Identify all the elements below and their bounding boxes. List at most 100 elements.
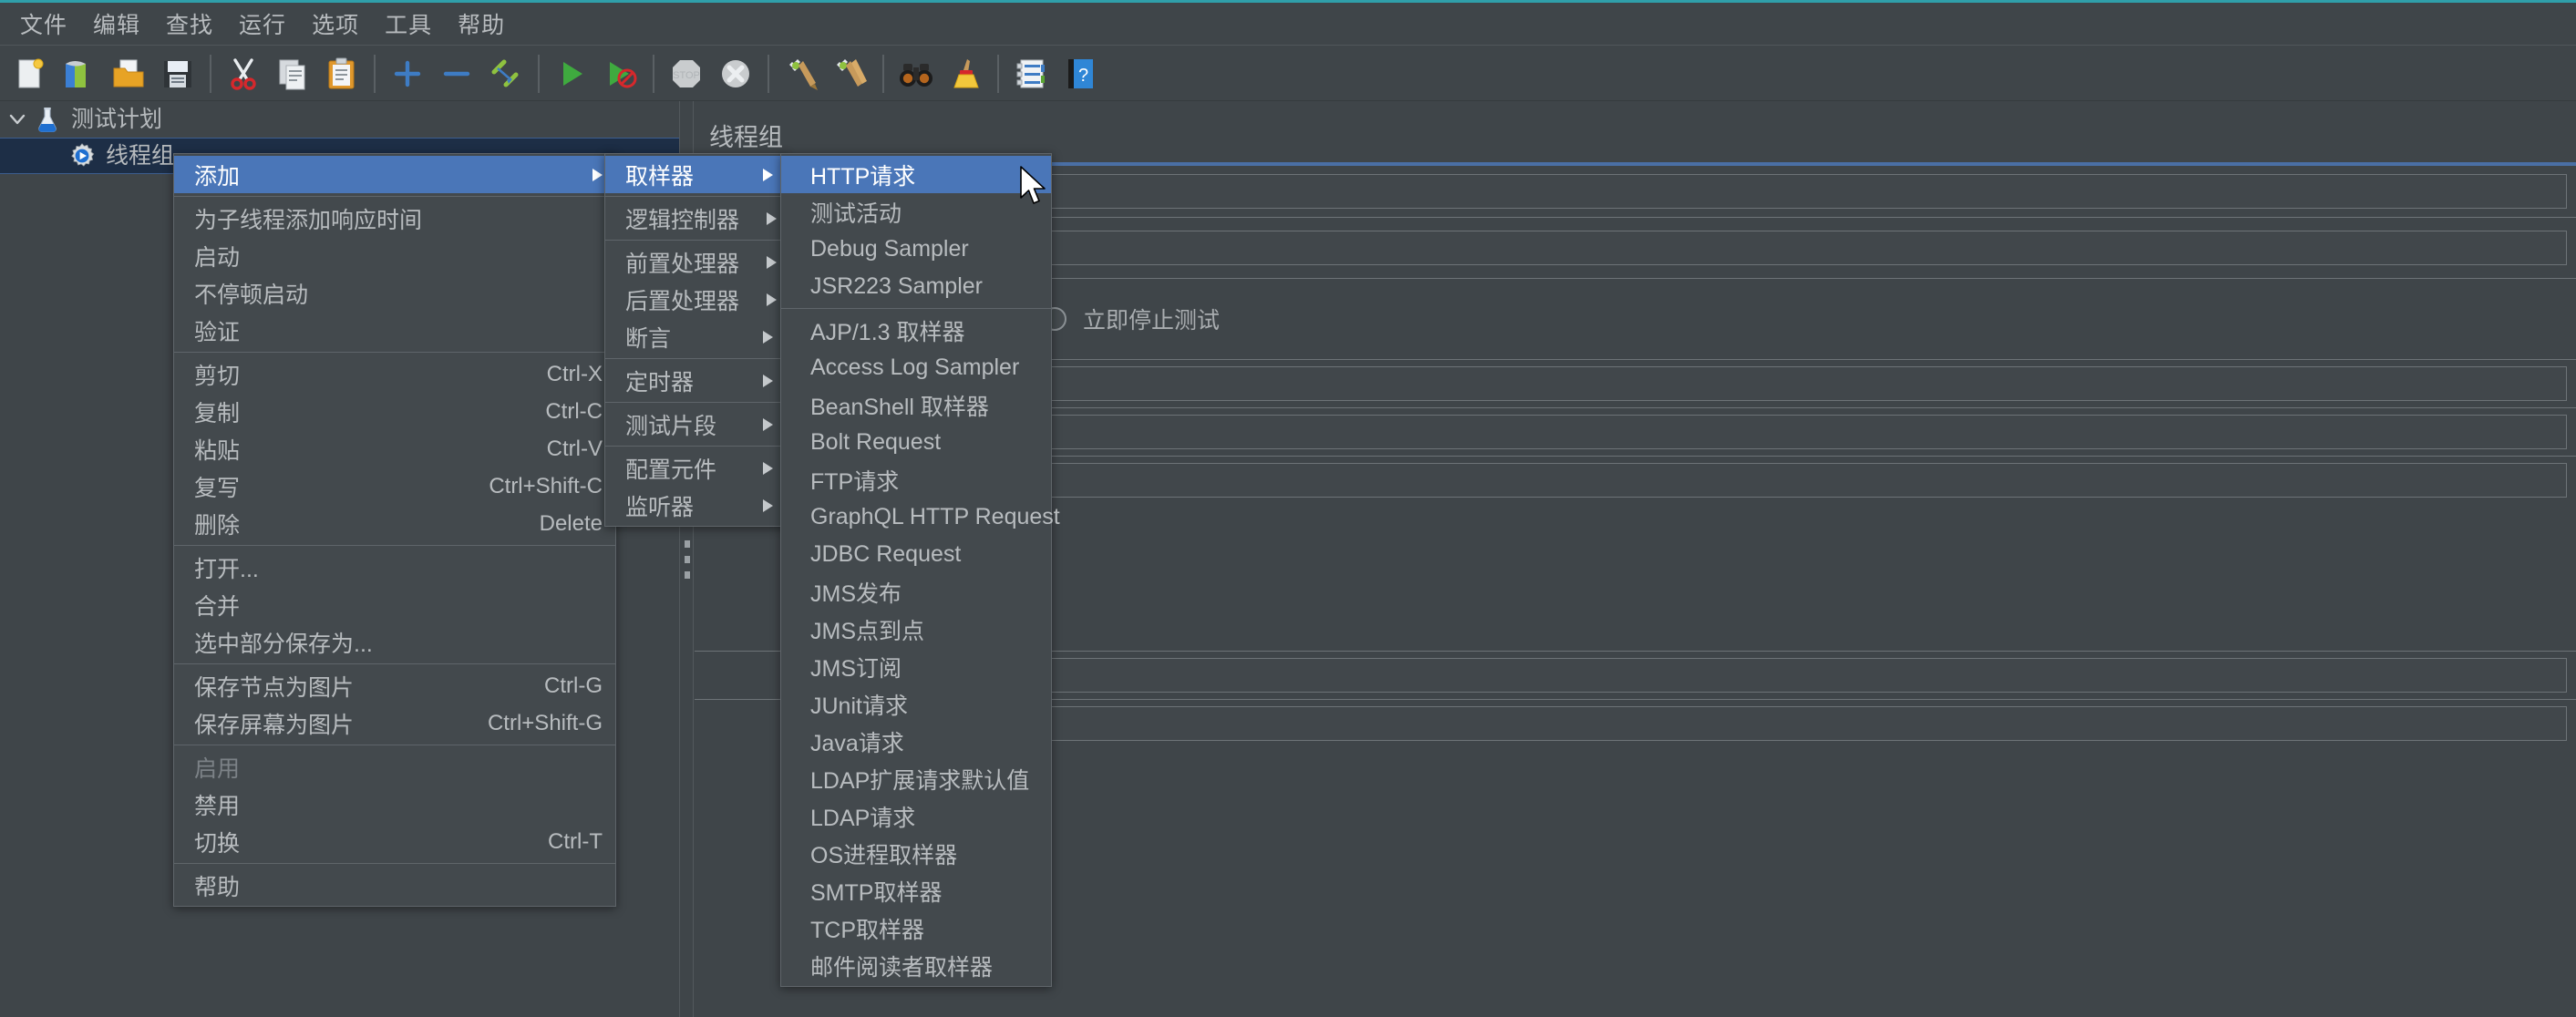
help-button[interactable]: ? — [1056, 49, 1105, 98]
context-menu-item-22[interactable]: 切换 Ctrl-T — [174, 823, 615, 860]
new-button[interactable] — [5, 49, 55, 98]
menu-item-accelerator: Ctrl-C — [545, 398, 603, 424]
sampler-menu-item-3[interactable]: JSR223 Sampler — [781, 268, 1051, 305]
startup-delay-input[interactable] — [946, 706, 2567, 741]
sampler-menu-item-13[interactable]: JMS点到点 — [781, 611, 1051, 648]
context-menu-item-2[interactable]: 为子线程添加响应时间 — [174, 200, 615, 237]
sampler-menu-item-17[interactable]: LDAP扩展请求默认值 — [781, 760, 1051, 797]
thread-count-input[interactable] — [946, 366, 2567, 401]
sampler-menu-item-12[interactable]: JMS发布 — [781, 573, 1051, 611]
sampler-menu-item-14[interactable]: JMS订阅 — [781, 648, 1051, 685]
splitter-grip[interactable] — [685, 539, 690, 579]
context-menu-item-5[interactable]: 验证 — [174, 312, 615, 349]
menubar-item-1[interactable]: 编辑 — [80, 4, 153, 44]
menu-item-label: JMS订阅 — [810, 655, 902, 682]
shutdown-button[interactable] — [711, 49, 760, 98]
search-button[interactable] — [891, 49, 941, 98]
menubar-item-6[interactable]: 帮助 — [445, 4, 518, 44]
add-menu-item-8[interactable]: 定时器 — [605, 362, 786, 399]
cut-button[interactable] — [219, 49, 268, 98]
sampler-menu-item-5[interactable]: AJP/1.3 取样器 — [781, 312, 1051, 349]
context-menu-item-8[interactable]: 复制 Ctrl-C — [174, 393, 615, 430]
start-no-pauses-button[interactable] — [596, 49, 645, 98]
sampler-menu-item-18[interactable]: LDAP请求 — [781, 797, 1051, 835]
save-button[interactable] — [153, 49, 202, 98]
templates-button[interactable] — [55, 49, 104, 98]
menu-item-label: Access Log Sampler — [810, 354, 1020, 380]
context-menu-item-13[interactable]: 打开... — [174, 549, 615, 586]
menubar-item-2[interactable]: 查找 — [153, 4, 226, 44]
add-menu-item-2[interactable]: 逻辑控制器 — [605, 200, 786, 237]
add-menu-item-10[interactable]: 测试片段 — [605, 406, 786, 443]
comments-input[interactable] — [946, 231, 2567, 265]
function-helper-icon — [1013, 56, 1049, 92]
tree-node-test-plan[interactable]: 测试计划 — [0, 101, 679, 138]
play-no-pause-icon — [603, 56, 639, 92]
add-menu-item-13[interactable]: 监听器 — [605, 487, 786, 524]
paste-button[interactable] — [317, 49, 366, 98]
add-menu-item-0[interactable]: 取样器 — [605, 156, 786, 193]
toggle-button[interactable] — [481, 49, 531, 98]
sampler-menu-item-2[interactable]: Debug Sampler — [781, 231, 1051, 268]
context-menu-item-10[interactable]: 复写 Ctrl+Shift-C — [174, 467, 615, 505]
menu-item-label: HTTP请求 — [810, 163, 916, 190]
menu-item-accelerator: Ctrl+Shift-C — [489, 473, 603, 498]
add-menu-item-6[interactable]: 断言 — [605, 318, 786, 355]
context-menu-item-21[interactable]: 禁用 — [174, 786, 615, 823]
copy-button[interactable] — [268, 49, 317, 98]
sampler-menu-item-6[interactable]: Access Log Sampler — [781, 349, 1051, 386]
sampler-menu-item-0[interactable]: HTTP请求 — [781, 156, 1051, 193]
context-menu-item-20[interactable]: 启用 — [174, 748, 615, 786]
context-menu-item-7[interactable]: 剪切 Ctrl-X — [174, 355, 615, 393]
context-menu-item-15[interactable]: 选中部分保存为... — [174, 623, 615, 661]
submenu-arrow-icon — [767, 293, 778, 306]
sampler-menu-item-21[interactable]: TCP取样器 — [781, 909, 1051, 947]
sampler-menu-item-15[interactable]: JUnit请求 — [781, 685, 1051, 723]
start-button[interactable] — [547, 49, 596, 98]
menu-item-label: 邮件阅读者取样器 — [810, 954, 994, 981]
sampler-menu-item-1[interactable]: 测试活动 — [781, 193, 1051, 231]
context-menu-item-14[interactable]: 合并 — [174, 586, 615, 623]
sampler-menu-item-11[interactable]: JDBC Request — [781, 536, 1051, 573]
reset-search-button[interactable] — [941, 49, 990, 98]
context-menu-item-0[interactable]: 添加 — [174, 156, 615, 193]
context-menu-item-3[interactable]: 启动 — [174, 237, 615, 274]
rampup-input[interactable] — [946, 415, 2567, 449]
menu-separator — [605, 196, 786, 197]
sampler-menu-item-22[interactable]: 邮件阅读者取样器 — [781, 947, 1051, 984]
menubar-item-0[interactable]: 文件 — [7, 4, 80, 44]
sampler-menu-item-9[interactable]: FTP请求 — [781, 461, 1051, 498]
menu-item-label: 保存节点为图片 — [194, 674, 355, 701]
sampler-menu-item-16[interactable]: Java请求 — [781, 723, 1051, 760]
sampler-menu-item-8[interactable]: Bolt Request — [781, 424, 1051, 461]
function-helper-button[interactable] — [1006, 49, 1056, 98]
context-menu-item-9[interactable]: 粘贴 Ctrl-V — [174, 430, 615, 467]
add-menu-item-5[interactable]: 后置处理器 — [605, 281, 786, 318]
open-button[interactable] — [104, 49, 153, 98]
menu-item-label: 测试活动 — [810, 200, 902, 227]
sampler-menu-item-10[interactable]: GraphQL HTTP Request — [781, 498, 1060, 536]
menubar-item-4[interactable]: 选项 — [299, 4, 372, 44]
loop-count-input[interactable] — [946, 463, 2567, 498]
context-menu-item-17[interactable]: 保存节点为图片 Ctrl-G — [174, 667, 615, 704]
add-menu-item-4[interactable]: 前置处理器 — [605, 243, 786, 281]
stop-button[interactable]: STOP — [662, 49, 711, 98]
sampler-menu-item-7[interactable]: BeanShell 取样器 — [781, 386, 1051, 424]
add-menu-item-12[interactable]: 配置元件 — [605, 449, 786, 487]
name-input[interactable] — [946, 174, 2567, 209]
menubar-item-3[interactable]: 运行 — [226, 4, 299, 44]
chevron-down-icon[interactable] — [5, 108, 29, 131]
collapse-all-button[interactable] — [432, 49, 481, 98]
context-menu-item-11[interactable]: 删除 Delete — [174, 505, 615, 542]
duration-input[interactable] — [946, 658, 2567, 693]
clear-button[interactable] — [777, 49, 826, 98]
sampler-menu-item-19[interactable]: OS进程取样器 — [781, 835, 1051, 872]
clear-all-button[interactable] — [826, 49, 875, 98]
sampler-menu-item-20[interactable]: SMTP取样器 — [781, 872, 1051, 909]
expand-all-button[interactable] — [383, 49, 432, 98]
context-menu-item-4[interactable]: 不停顿启动 — [174, 274, 615, 312]
context-menu-item-18[interactable]: 保存屏幕为图片 Ctrl+Shift-G — [174, 704, 615, 742]
context-menu-item-24[interactable]: 帮助 — [174, 867, 615, 904]
menubar-item-5[interactable]: 工具 — [372, 4, 445, 44]
gear-play-icon — [67, 141, 97, 170]
